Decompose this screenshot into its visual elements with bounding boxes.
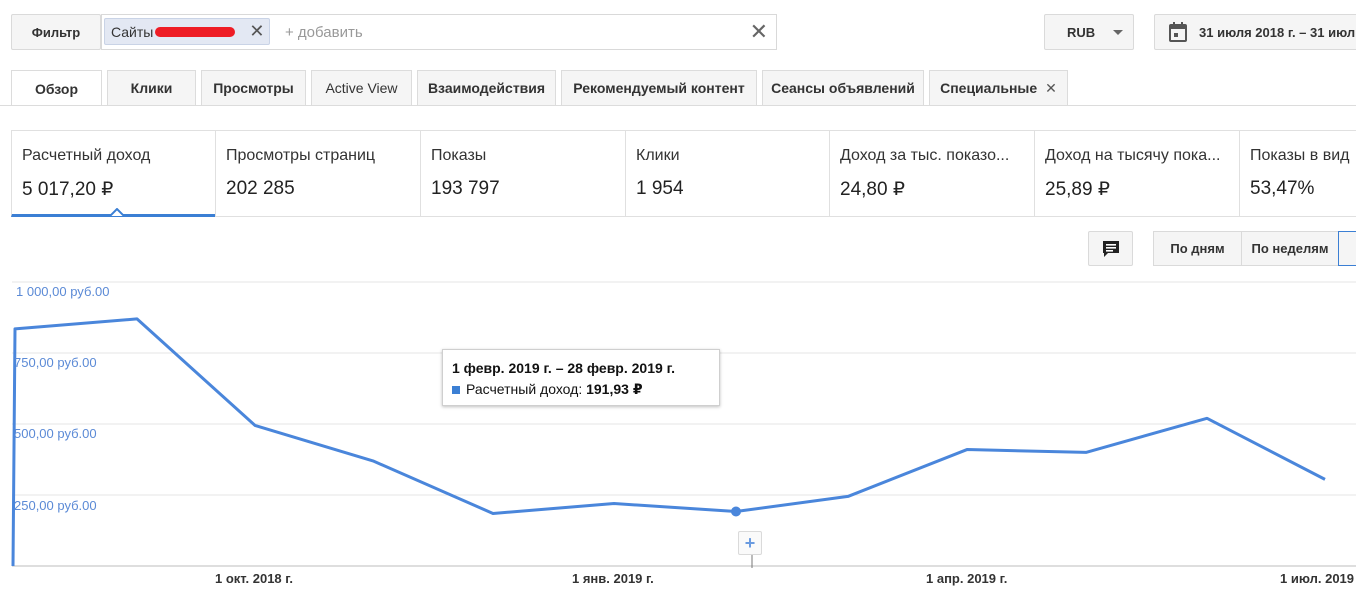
y-tick-label: 750,00 руб.00: [14, 355, 97, 370]
annotation-button[interactable]: [1088, 231, 1133, 266]
metric-card-impressions[interactable]: Показы 193 797: [420, 130, 626, 217]
calendar-icon: [1169, 22, 1187, 42]
tab-overview[interactable]: Обзор: [11, 70, 102, 106]
tab-ad-sessions[interactable]: Сеансы объявлений: [762, 70, 924, 105]
metric-label: Расчетный доход: [22, 147, 151, 164]
filter-input-box[interactable]: Сайты ✕ + добавить ✕: [101, 14, 777, 50]
metric-value: 24,80 ₽: [840, 179, 905, 200]
metric-card-viewable[interactable]: Показы в вид 53,47%: [1239, 130, 1356, 217]
clear-filter-icon[interactable]: ✕: [750, 19, 768, 45]
metric-card-page-rpm[interactable]: Доход на тысячу пока... 25,89 ₽: [1034, 130, 1240, 217]
chevron-down-icon: [1113, 30, 1123, 35]
x-tick-label: 1 июл. 2019: [1280, 571, 1355, 586]
tab-views[interactable]: Просмотры: [201, 70, 306, 105]
metric-label: Показы в вид: [1250, 147, 1350, 164]
metric-value: 5 017,20 ₽: [22, 179, 114, 200]
metric-card-rpm[interactable]: Доход за тыс. показо... 24,80 ₽: [829, 130, 1035, 217]
by-months-button[interactable]: [1338, 231, 1356, 266]
y-tick-label: 1 000,00 руб.00: [16, 284, 110, 299]
metric-value: 202 285: [226, 178, 295, 199]
tab-close-icon[interactable]: ✕: [1045, 80, 1057, 97]
date-range-text: 31 июля 2018 г. – 31 июл: [1199, 24, 1356, 40]
metric-label: Просмотры страниц: [226, 147, 376, 164]
metric-value: 25,89 ₽: [1045, 179, 1110, 200]
chart-tooltip: 1 февр. 2019 г. – 28 февр. 2019 г. Расче…: [442, 349, 720, 406]
chip-close-icon[interactable]: ✕: [249, 21, 264, 42]
tooltip-row: Расчетный доход: 191,93 ₽: [452, 381, 643, 398]
redacted-mark: [155, 26, 236, 37]
add-annotation-plus-button[interactable]: +: [738, 531, 762, 555]
add-filter-input[interactable]: + добавить: [285, 24, 363, 41]
tooltip-range: 1 февр. 2019 г. – 28 февр. 2019 г.: [452, 360, 675, 376]
tab-divider: [0, 105, 1356, 106]
tab-clicks[interactable]: Клики: [107, 70, 196, 105]
comment-icon: [1102, 240, 1119, 257]
by-weeks-button[interactable]: По неделям: [1241, 231, 1339, 266]
selected-caret-icon: [110, 208, 124, 216]
metric-label: Доход на тысячу пока...: [1045, 147, 1221, 164]
highlighted-data-point[interactable]: [731, 506, 741, 517]
tab-recommended-content[interactable]: Рекомендуемый контент: [561, 70, 757, 105]
metric-card-pageviews[interactable]: Просмотры страниц 202 285: [215, 130, 421, 217]
tab-special-label: Специальные: [940, 80, 1038, 96]
tooltip-value: 191,93 ₽: [586, 381, 643, 397]
y-tick-label: 250,00 руб.00: [14, 498, 97, 513]
metric-card-estimated-revenue[interactable]: Расчетный доход 5 017,20 ₽: [11, 130, 216, 217]
tab-special[interactable]: Специальные ✕: [929, 70, 1068, 105]
x-tick-label: 1 окт. 2018 г.: [215, 571, 293, 586]
tab-active-view[interactable]: Active View: [311, 70, 412, 105]
x-tick-label: 1 апр. 2019 г.: [926, 571, 1008, 586]
filter-chip-sites[interactable]: Сайты ✕: [104, 18, 270, 45]
series-color-swatch: [452, 386, 460, 394]
metric-value: 1 954: [636, 178, 684, 199]
chip-label: Сайты: [111, 23, 154, 40]
metric-value: 53,47%: [1250, 178, 1315, 199]
metric-label: Доход за тыс. показо...: [840, 147, 1010, 164]
metric-label: Клики: [636, 147, 680, 164]
metric-card-clicks[interactable]: Клики 1 954: [625, 130, 831, 217]
metric-value: 193 797: [431, 178, 500, 199]
currency-value: RUB: [1067, 24, 1096, 40]
y-tick-label: 500,00 руб.00: [14, 426, 97, 441]
x-tick-label: 1 янв. 2019 г.: [572, 571, 654, 586]
metric-label: Показы: [431, 147, 487, 164]
date-range-picker[interactable]: 31 июля 2018 г. – 31 июл: [1154, 14, 1356, 50]
currency-select[interactable]: RUB: [1044, 14, 1134, 50]
filter-button[interactable]: Фильтр: [11, 14, 101, 50]
by-days-button[interactable]: По дням: [1153, 231, 1242, 266]
tab-interactions[interactable]: Взаимодействия: [417, 70, 556, 105]
tooltip-series-name: Расчетный доход:: [466, 381, 583, 397]
